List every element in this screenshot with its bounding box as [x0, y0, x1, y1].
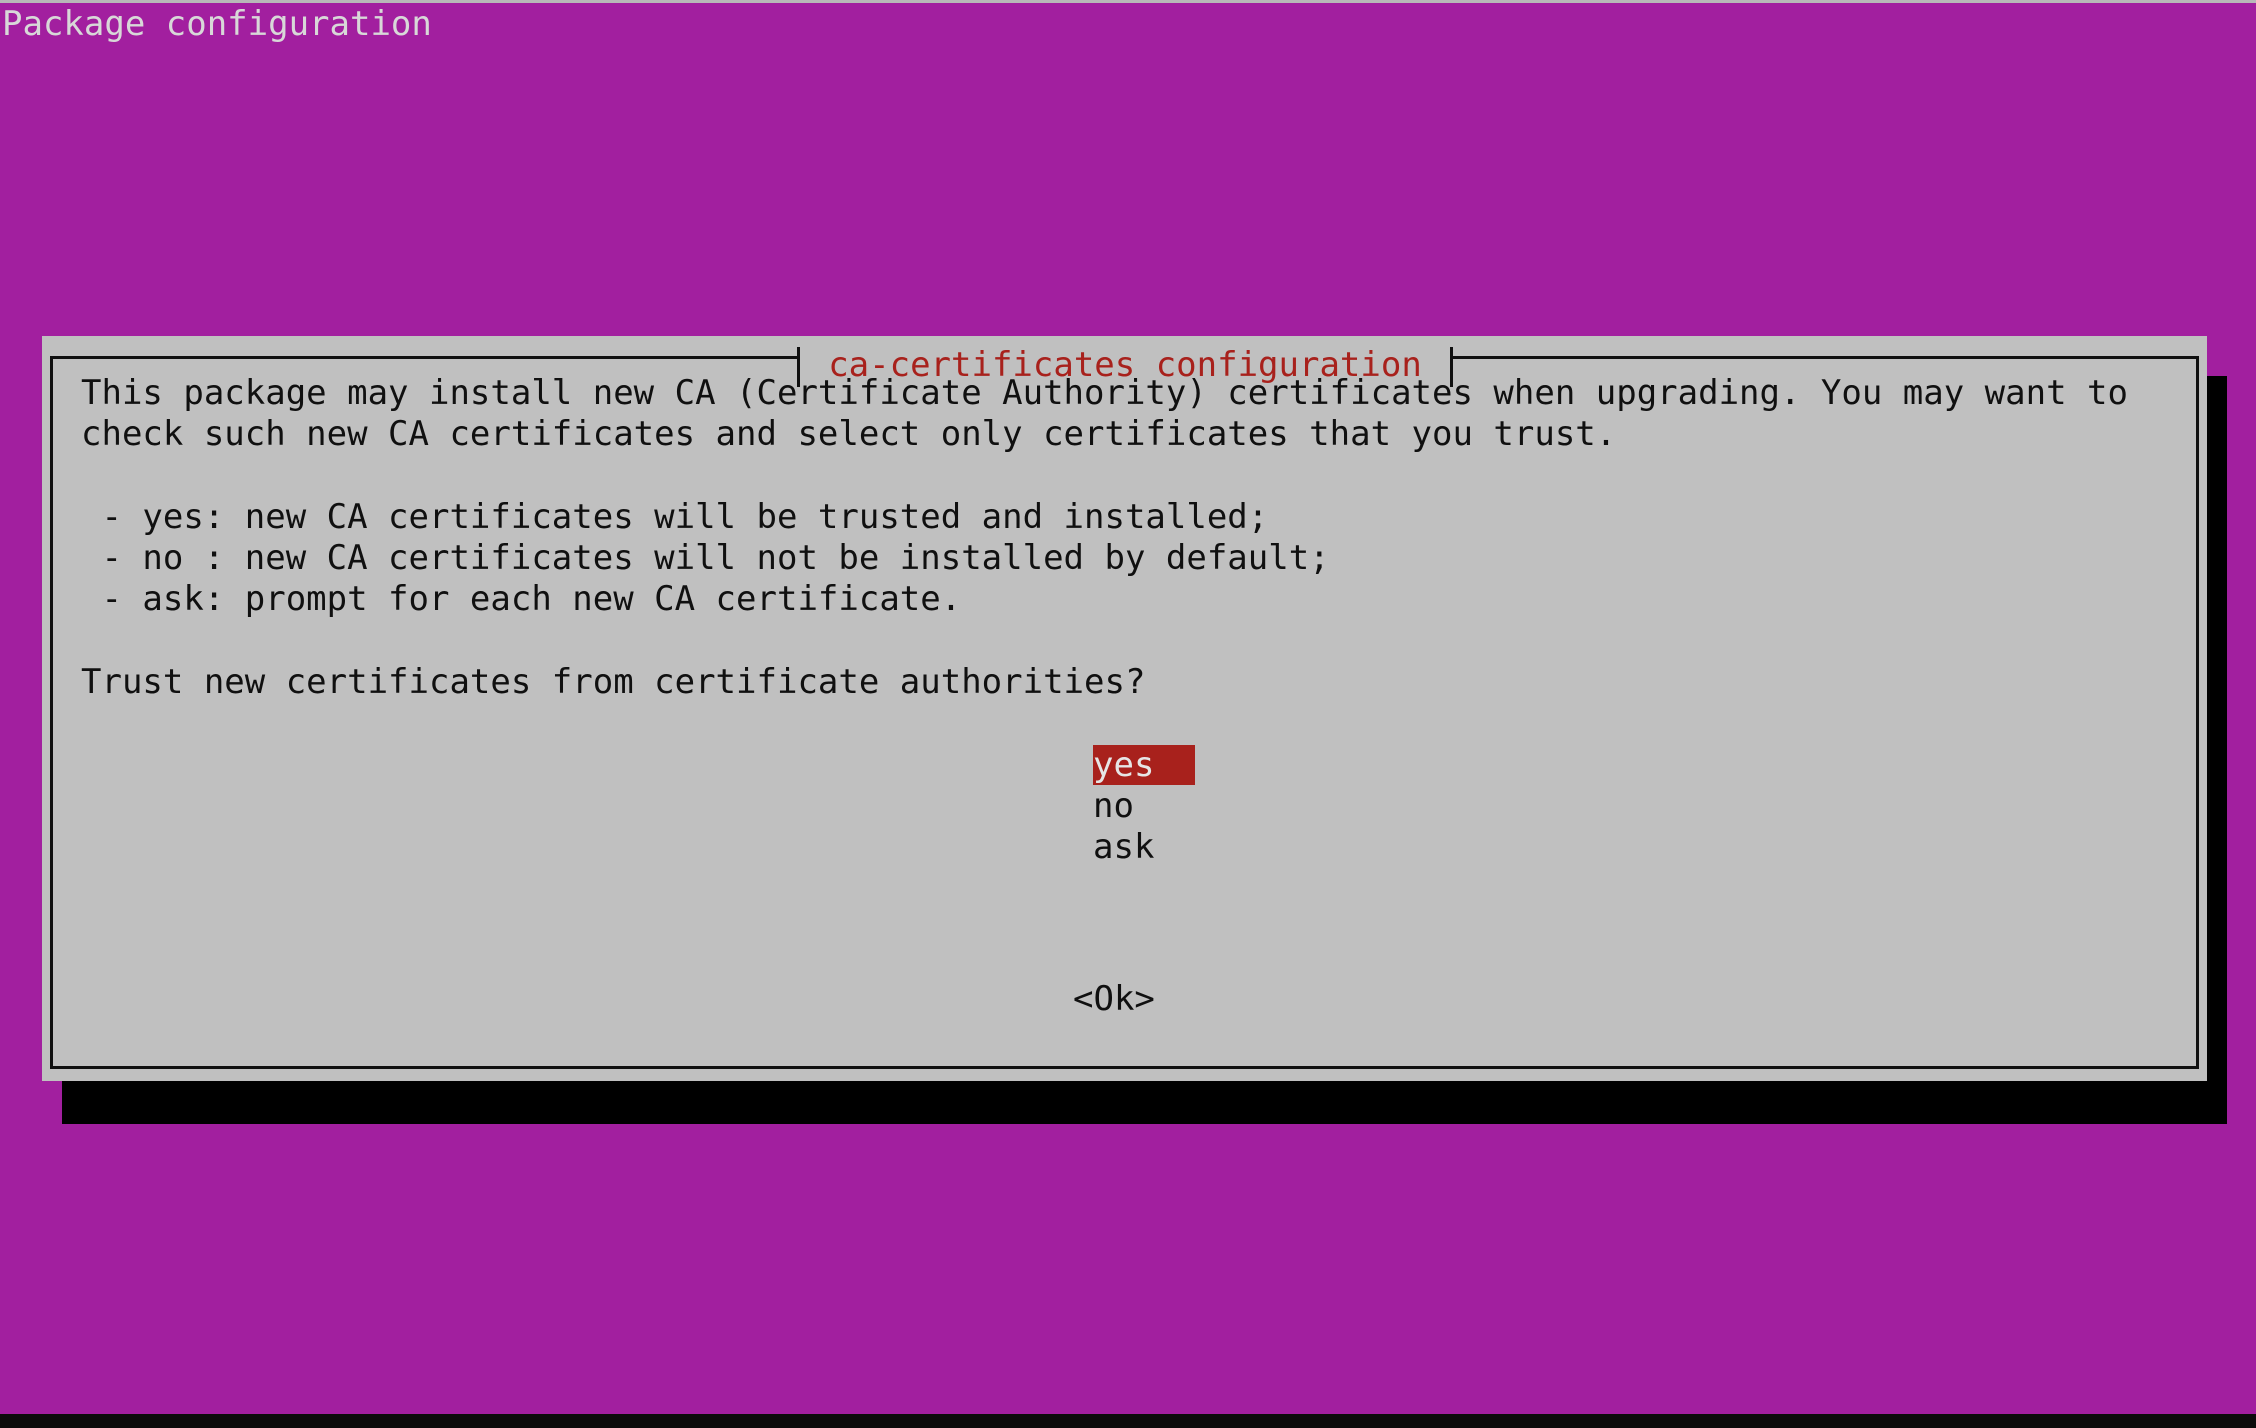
menu-option-no[interactable]: no	[1093, 786, 1134, 826]
intro-line-2: check such new CA certificates and selec…	[81, 414, 1617, 454]
config-dialog: ca-certificates configuration This packa…	[42, 336, 2207, 1081]
top-border-line	[0, 0, 2256, 3]
ok-button[interactable]: <Ok>	[1073, 979, 1155, 1019]
dialog-frame: ca-certificates configuration This packa…	[50, 345, 2199, 1069]
option-description-ask: - ask: prompt for each new CA certificat…	[81, 579, 962, 619]
menu-option-yes[interactable]: yes	[1093, 745, 1195, 785]
menu-option-ask[interactable]: ask	[1093, 827, 1154, 867]
option-description-yes: - yes: new CA certificates will be trust…	[81, 497, 1269, 537]
bottom-bar	[0, 1414, 2256, 1428]
intro-line-1: This package may install new CA (Certifi…	[81, 373, 2128, 413]
backtitle: Package configuration	[2, 4, 432, 44]
option-description-no: - no : new CA certificates will not be i…	[81, 538, 1330, 578]
question-text: Trust new certificates from certificate …	[81, 662, 1146, 702]
